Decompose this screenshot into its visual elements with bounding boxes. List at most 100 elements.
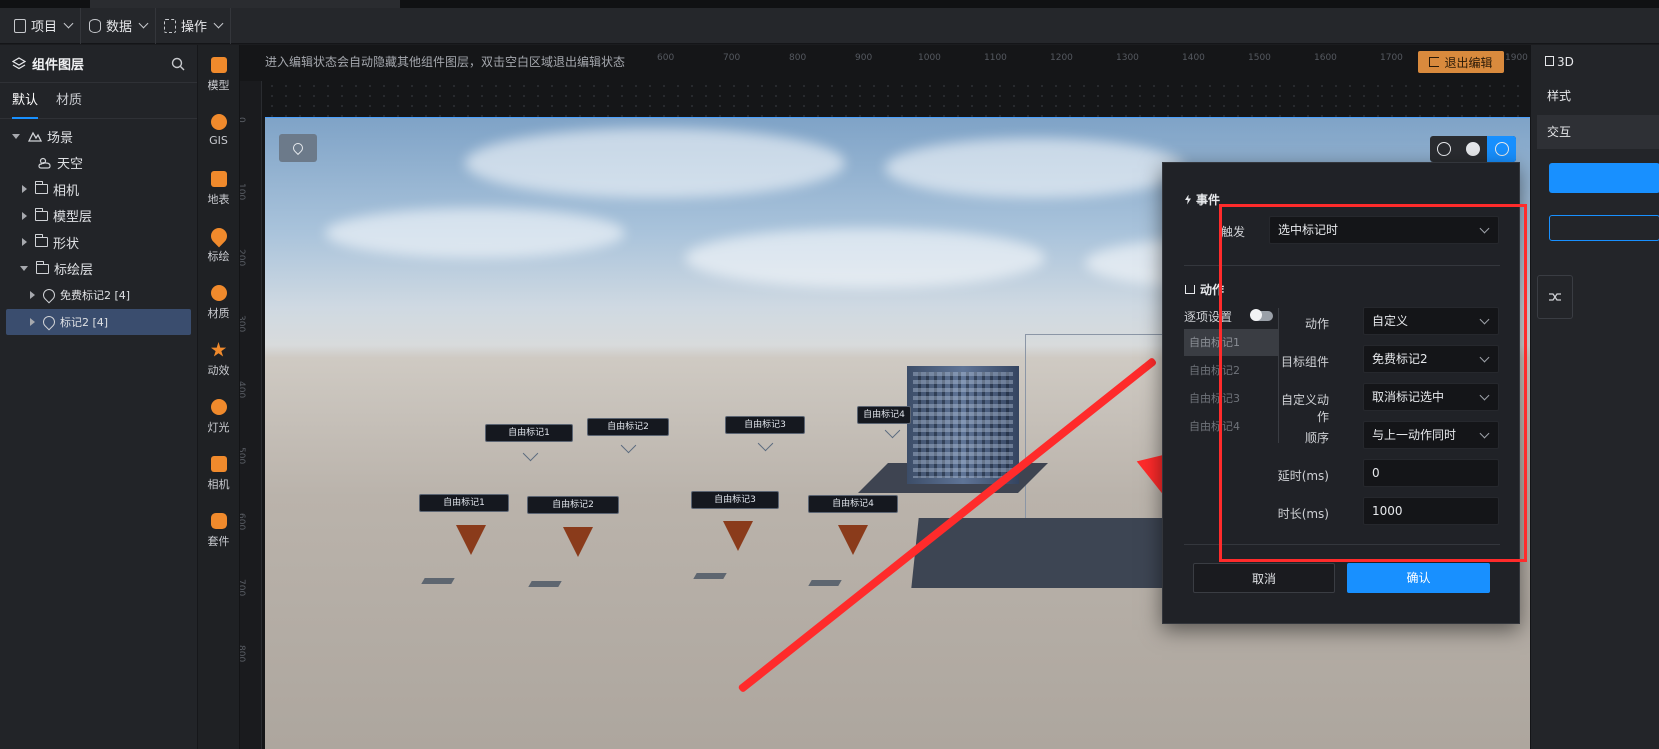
tab-interaction[interactable]: 交互 — [1537, 115, 1659, 149]
ruler-tick: 900 — [855, 53, 873, 63]
tree-item-plot-layer[interactable]: 标绘层 — [0, 256, 197, 283]
layers-icon — [12, 56, 26, 69]
step-item[interactable]: 自由标记2 — [1184, 357, 1278, 384]
step-item[interactable]: 自由标记1 — [1184, 329, 1278, 356]
menu-project[interactable]: 项目 — [6, 7, 82, 44]
tool-material[interactable]: 材质 — [198, 273, 239, 330]
custom-action-select[interactable]: 取消标记选中 — [1363, 383, 1499, 411]
step-item[interactable]: 自由标记4 — [1184, 413, 1278, 440]
tool-camera[interactable]: 相机 — [198, 444, 239, 501]
scene-marker-label[interactable]: 自由标记4 — [808, 495, 898, 513]
building-model[interactable] — [907, 366, 1019, 484]
chevron-down-icon — [138, 18, 149, 29]
scene-marker-label[interactable]: 自由标记2 — [587, 418, 669, 436]
terrain-icon — [210, 171, 227, 187]
tab-material[interactable]: 材质 — [56, 83, 82, 119]
sky-cloud — [465, 128, 845, 198]
tool-effect[interactable]: 动效 — [198, 330, 239, 387]
confirm-button[interactable]: 确认 — [1347, 563, 1490, 593]
layer-panel-title: 组件图层 — [12, 54, 84, 73]
light-icon — [210, 399, 227, 415]
tree-item-scene[interactable]: 场景 — [0, 123, 197, 150]
sky-cloud — [325, 208, 625, 258]
tool-kit[interactable]: 套件 — [198, 501, 239, 558]
tree-item-shape[interactable]: 形状 — [0, 229, 197, 256]
layer-panel-header: 组件图层 — [0, 45, 197, 83]
ruler-tick: 400 — [240, 381, 246, 399]
kit-icon — [210, 513, 227, 529]
per-item-toggle[interactable] — [1250, 309, 1273, 321]
tree-item-label: 天空 — [57, 157, 84, 173]
pyramid-marker[interactable] — [838, 525, 868, 555]
caret-right-icon[interactable] — [30, 291, 35, 300]
ruler-tick: 100 — [240, 183, 246, 201]
caret-right-icon[interactable] — [22, 238, 27, 247]
caret-down-icon[interactable] — [20, 266, 28, 272]
scene-marker-label[interactable]: 自由标记3 — [725, 416, 805, 434]
trigger-select[interactable]: 选中标记时 — [1269, 216, 1499, 244]
flow-button[interactable] — [1537, 275, 1573, 319]
chevron-down-icon — [1479, 428, 1490, 439]
exit-edit-button[interactable]: 退出编辑 — [1418, 51, 1504, 73]
order-select[interactable]: 与上一动作同时 — [1363, 421, 1499, 449]
tree-item-sky[interactable]: 天空 — [0, 150, 197, 177]
menu-data[interactable]: 数据 — [81, 7, 157, 44]
caret-down-icon[interactable] — [12, 133, 20, 139]
marker-icon — [40, 286, 58, 304]
event-title-text: 事件 — [1196, 193, 1221, 207]
interaction-option-button[interactable] — [1549, 215, 1659, 241]
field-label-action: 动作 — [1304, 317, 1329, 331]
tab-default[interactable]: 默认 — [12, 83, 39, 119]
target-component-select[interactable]: 免费标记2 — [1363, 345, 1499, 373]
material-icon — [210, 285, 227, 301]
field-label-delay: 延时(ms) — [1277, 469, 1329, 483]
action-section-title: 动作 — [1185, 281, 1224, 298]
caret-right-icon[interactable] — [22, 185, 27, 194]
tree-item-camera[interactable]: 相机 — [0, 176, 197, 203]
document-icon — [14, 18, 26, 33]
pyramid-marker[interactable] — [563, 527, 593, 557]
pyramid-marker[interactable] — [456, 525, 486, 555]
view-orbit[interactable] — [1487, 136, 1517, 162]
per-item-label: 逐项设置 — [1184, 310, 1233, 324]
scene-marker-label[interactable]: 自由标记1 — [485, 424, 573, 442]
tree-item-model-layer[interactable]: 模型层 — [0, 203, 197, 230]
cancel-button[interactable]: 取消 — [1193, 563, 1335, 593]
ruler-tick: 0 — [240, 117, 246, 123]
caret-right-icon[interactable] — [22, 211, 27, 220]
ruler-tick: 1400 — [1182, 53, 1205, 63]
scene-marker-label[interactable]: 自由标记2 — [527, 496, 619, 514]
ruler-tick: 200 — [240, 249, 246, 267]
ruler-tick: 1100 — [984, 53, 1007, 63]
tool-gis[interactable]: GIS — [198, 102, 239, 159]
tool-light[interactable]: 灯光 — [198, 387, 239, 444]
tool-terrain[interactable]: 地表 — [198, 159, 239, 216]
tool-label: 灯光 — [207, 421, 230, 434]
view-solid[interactable] — [1459, 136, 1488, 162]
view-globe[interactable] — [1430, 136, 1459, 162]
action-select[interactable]: 自定义 — [1363, 307, 1499, 335]
tool-plot[interactable]: 标绘 — [198, 216, 239, 273]
delay-input[interactable]: 0 — [1363, 459, 1499, 487]
scene-marker-label[interactable]: 自由标记3 — [691, 491, 779, 509]
caret-right-icon[interactable] — [30, 317, 35, 326]
layer-panel: 组件图层 默认 材质 场景 天空 相机 模型层 形状 标绘层 免费标记2 [4]… — [0, 45, 198, 749]
location-button[interactable] — [279, 134, 317, 162]
tool-label: 标绘 — [207, 250, 230, 263]
tree-item-label: 模型层 — [53, 210, 93, 226]
ruler-tick: 300 — [240, 315, 246, 333]
tool-model[interactable]: 模型 — [198, 45, 239, 102]
step-item[interactable]: 自由标记3 — [1184, 385, 1278, 412]
folder-icon — [34, 181, 48, 195]
tab-style[interactable]: 样式 — [1537, 79, 1659, 113]
tree-item-marker2[interactable]: 标记2 [4] — [6, 308, 191, 335]
sky-cloud — [885, 138, 1185, 198]
duration-input[interactable]: 1000 — [1363, 497, 1499, 525]
add-interaction-button[interactable] — [1549, 163, 1659, 193]
menu-operation[interactable]: 操作 — [156, 7, 232, 44]
search-icon[interactable] — [171, 57, 185, 71]
scene-marker-label[interactable]: 自由标记4 — [857, 406, 911, 424]
scene-marker-label[interactable]: 自由标记1 — [419, 494, 509, 512]
pyramid-marker[interactable] — [723, 521, 753, 551]
tree-item-free-marker2[interactable]: 免费标记2 [4] — [0, 282, 197, 309]
